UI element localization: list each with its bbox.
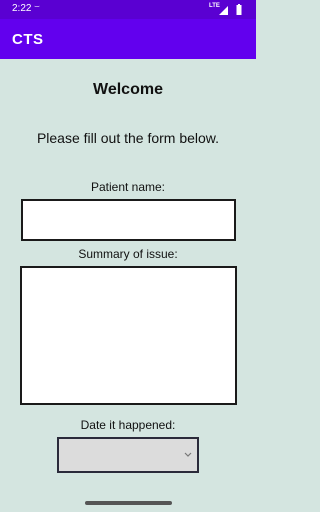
notification-icon: ⌣: [34, 1, 40, 11]
welcome-heading: Welcome: [93, 81, 163, 98]
app-title: CTS: [12, 31, 44, 48]
app-bar: CTS: [0, 19, 256, 59]
patient-name-label: Patient name:: [90, 180, 166, 194]
chevron-down-icon: [184, 452, 192, 457]
patient-name-input[interactable]: [21, 199, 236, 241]
intro-text: Please fill out the form below.: [36, 130, 220, 146]
gesture-nav-handle[interactable]: [85, 501, 172, 505]
status-bar: 2:22 ⌣ LTE: [0, 0, 256, 19]
date-select[interactable]: [57, 437, 199, 473]
status-icons: [219, 4, 242, 15]
status-time: 2:22: [12, 3, 32, 14]
summary-input[interactable]: [20, 266, 237, 405]
signal-icon: [219, 6, 228, 15]
summary-label: Summary of issue:: [78, 247, 178, 261]
battery-icon: [236, 4, 242, 15]
date-label: Date it happened:: [80, 418, 176, 432]
